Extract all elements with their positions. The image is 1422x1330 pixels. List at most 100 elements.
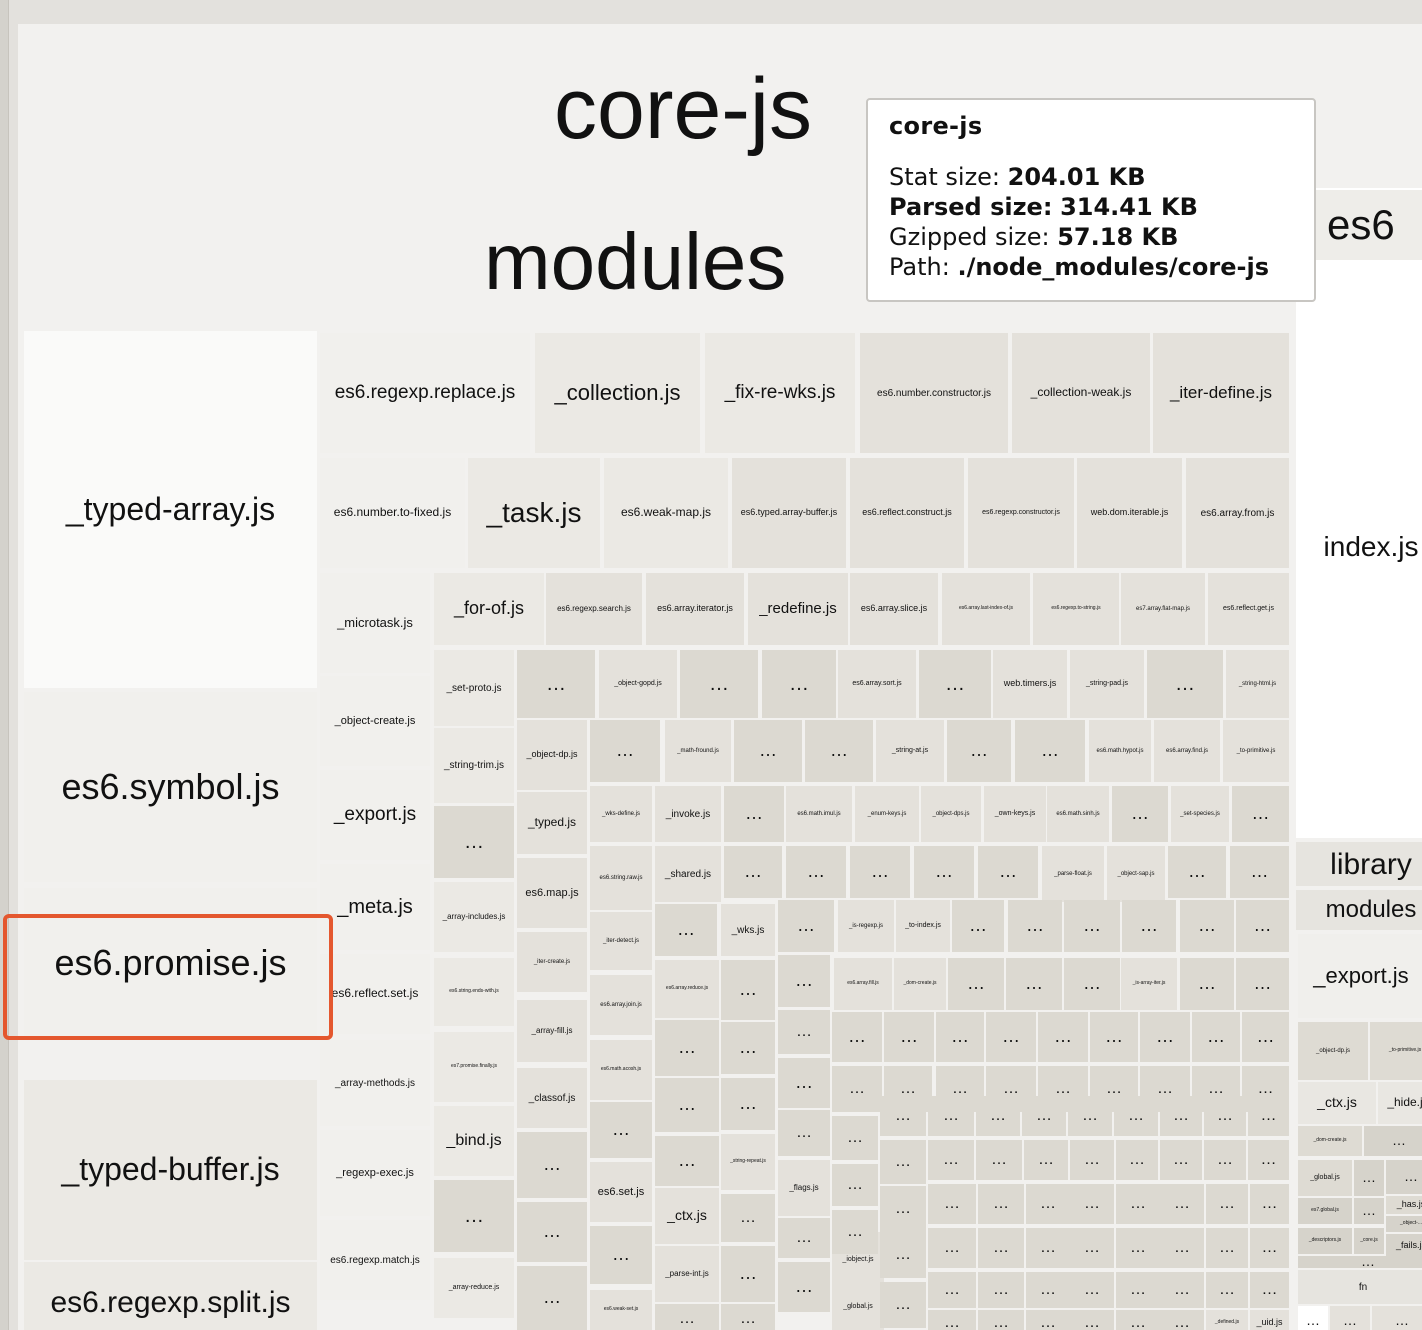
collapsed-module-74[interactable]: … xyxy=(976,1140,1022,1180)
collapsed-module-121[interactable]: … xyxy=(721,1304,775,1330)
collapsed-module-73[interactable]: … xyxy=(928,1140,974,1180)
collapsed-module-28[interactable]: … xyxy=(1236,900,1289,952)
library-collapsed-0[interactable]: … xyxy=(1364,1126,1422,1156)
collapsed-module-97[interactable]: … xyxy=(928,1228,976,1268)
collapsed-module-61[interactable]: … xyxy=(778,1110,830,1156)
module-enum-keys-js[interactable]: _enum-keys.js xyxy=(855,786,919,842)
module-wks-define-js[interactable]: _wks-define.js xyxy=(590,786,652,842)
module-es6-array-reduce-js[interactable]: es6.array.reduce.js xyxy=(655,960,719,1018)
collapsed-module-108[interactable]: … xyxy=(778,1218,830,1258)
library-uid-js[interactable]: _uid.js xyxy=(1250,1310,1289,1330)
collapsed-module-4[interactable]: … xyxy=(1147,650,1223,718)
treemap-canvas[interactable]: core-js modules _typed-array.js es6.symbo… xyxy=(0,0,1422,1330)
module-index-js[interactable]: index.js xyxy=(1296,262,1422,832)
collapsed-module-19[interactable]: … xyxy=(1168,846,1226,898)
module-wks-js[interactable]: _wks.js xyxy=(721,904,775,956)
collapsed-module-87[interactable]: … xyxy=(978,1184,1024,1224)
module-es6-array-iterator-js[interactable]: es6.array.iterator.js xyxy=(646,573,744,645)
collapsed-module-38[interactable]: … xyxy=(936,1012,984,1062)
module-collection-js[interactable]: _collection.js xyxy=(535,333,700,453)
collapsed-module-27[interactable]: … xyxy=(1180,900,1234,952)
collapsed-module-116[interactable]: … xyxy=(1160,1272,1204,1308)
collapsed-module-88[interactable]: … xyxy=(1026,1184,1070,1224)
collapsed-module-0[interactable]: … xyxy=(517,650,595,718)
module-array-methods-js[interactable]: _array-methods.js xyxy=(320,1040,430,1126)
module-es6-regexp-to-string-js[interactable]: es6.regexp.to-string.js xyxy=(1033,573,1119,645)
library-fails-js[interactable]: _fails.js xyxy=(1386,1234,1422,1258)
module-fix-re-wks-js[interactable]: _fix-re-wks.js xyxy=(705,333,855,453)
collapsed-module-48[interactable]: … xyxy=(832,1066,882,1112)
collapsed-module-81[interactable]: … xyxy=(655,1136,719,1186)
collapsed-module-65[interactable]: … xyxy=(976,1096,1020,1136)
module-own-keys-js[interactable]: _own-keys.js xyxy=(984,786,1046,842)
collapsed-module-79[interactable]: … xyxy=(1204,1140,1246,1180)
module-string-at-js[interactable]: _string-at.js xyxy=(876,720,944,782)
collapsed-module-84[interactable]: … xyxy=(721,1194,775,1242)
collapsed-module-82[interactable]: … xyxy=(832,1164,878,1206)
collapsed-module-22[interactable]: … xyxy=(778,900,834,952)
module-es6-regexp-split-js[interactable]: es6.regexp.split.js xyxy=(24,1262,317,1330)
module-es6-array-from-js[interactable]: es6.array.from.js xyxy=(1186,458,1289,568)
collapsed-module-59[interactable]: … xyxy=(721,1078,775,1130)
module-collection-weak-js[interactable]: _collection-weak.js xyxy=(1012,333,1150,453)
module-es6-regexp-replace-js[interactable]: es6.regexp.replace.js xyxy=(320,333,530,453)
module-array-includes-js[interactable]: _array-includes.js xyxy=(434,882,514,952)
module-es6-math-hypot-js[interactable]: es6.math.hypot.js xyxy=(1089,720,1151,782)
module-bind-js[interactable]: _bind.js xyxy=(434,1106,514,1176)
module-object-gopd-js[interactable]: _object-gopd.js xyxy=(599,650,677,718)
library-global-js[interactable]: _global.js xyxy=(1298,1160,1352,1196)
module-export-js[interactable]: _export.js xyxy=(320,770,430,860)
collapsed-module-101[interactable]: … xyxy=(1116,1228,1160,1268)
collapsed-module-104[interactable]: … xyxy=(1250,1228,1289,1268)
module-object-create-js[interactable]: _object-create.js xyxy=(320,676,430,766)
collapsed-module-39[interactable]: … xyxy=(986,1012,1036,1062)
library-has-js[interactable]: _has.js xyxy=(1386,1196,1422,1214)
collapsed-module-23[interactable]: … xyxy=(952,900,1004,952)
collapsed-module-70[interactable]: … xyxy=(1204,1096,1246,1136)
collapsed-module-47[interactable]: … xyxy=(778,1010,830,1054)
collapsed-module-119[interactable]: … xyxy=(517,1266,587,1330)
module-invoke-js[interactable]: _invoke.js xyxy=(655,786,721,842)
collapsed-module-41[interactable]: … xyxy=(1090,1012,1138,1062)
collapsed-module-66[interactable]: … xyxy=(1022,1096,1066,1136)
library-es7-global-js[interactable]: es7.global.js xyxy=(1298,1198,1352,1224)
module-web-dom-iterable-js[interactable]: web.dom.iterable.js xyxy=(1077,458,1182,568)
module-es6-weak-map-js[interactable]: es6.weak-map.js xyxy=(604,458,728,568)
module-web-timers-js[interactable]: web.timers.js xyxy=(993,650,1067,718)
module-es6-number-constructor-js[interactable]: es6.number.constructor.js xyxy=(860,333,1008,453)
group-title-library[interactable]: library xyxy=(1296,842,1422,886)
collapsed-module-72[interactable]: … xyxy=(880,1140,926,1184)
collapsed-module-117[interactable]: … xyxy=(1206,1272,1248,1308)
module-to-index-js[interactable]: _to-index.js xyxy=(896,900,950,952)
module-es6-typed-array-buffer-js[interactable]: es6.typed.array-buffer.js xyxy=(732,458,846,568)
module-iter-detect-js[interactable]: _iter-detect.js xyxy=(590,912,652,970)
collapsed-module-45[interactable]: … xyxy=(655,1020,719,1076)
module-es6-symbol-js[interactable]: es6.symbol.js xyxy=(24,692,317,882)
collapsed-module-120[interactable]: … xyxy=(655,1304,719,1330)
collapsed-module-115[interactable]: … xyxy=(1116,1272,1160,1308)
collapsed-module-64[interactable]: … xyxy=(928,1096,974,1136)
module-es6-weak-set-js[interactable]: es6.weak-set.js xyxy=(590,1290,652,1330)
module-string-repeat-js[interactable]: _string-repeat.js xyxy=(721,1134,775,1190)
module-iter-create-js[interactable]: _iter-create.js xyxy=(517,932,587,992)
collapsed-module-91[interactable]: … xyxy=(1160,1184,1204,1224)
collapsed-module-95[interactable]: … xyxy=(832,1210,878,1254)
collapsed-module-106[interactable]: … xyxy=(590,1226,652,1284)
collapsed-module-20[interactable]: … xyxy=(1230,846,1289,898)
module-flags-js[interactable]: _flags.js xyxy=(778,1160,830,1216)
module-es6-math-acosh-js[interactable]: es6.math.acosh.js xyxy=(590,1040,652,1100)
module-es6-set-js[interactable]: es6.set.js xyxy=(590,1162,652,1222)
collapsed-module-68[interactable]: … xyxy=(1114,1096,1158,1136)
module-set-proto-js[interactable]: _set-proto.js xyxy=(434,650,514,726)
collapsed-module-8[interactable]: … xyxy=(947,720,1011,782)
collapsed-module-98[interactable]: … xyxy=(978,1228,1024,1268)
library-collapsed-1[interactable]: … xyxy=(1354,1160,1384,1196)
module-es6-array-sort-js[interactable]: es6.array.sort.js xyxy=(838,650,916,718)
group-title-library-modules[interactable]: modules xyxy=(1296,890,1422,930)
collapsed-module-17[interactable]: … xyxy=(914,846,974,898)
module-ctx-js[interactable]: _ctx.js xyxy=(655,1188,719,1244)
module-es6-string-raw-js[interactable]: es6.string.raw.js xyxy=(590,846,652,910)
library-hide-js[interactable]: _hide.js xyxy=(1378,1082,1422,1124)
library-dom-create-js[interactable]: _dom-create.js xyxy=(1298,1126,1362,1156)
module-object-dp-js[interactable]: _object-dp.js xyxy=(517,720,587,790)
